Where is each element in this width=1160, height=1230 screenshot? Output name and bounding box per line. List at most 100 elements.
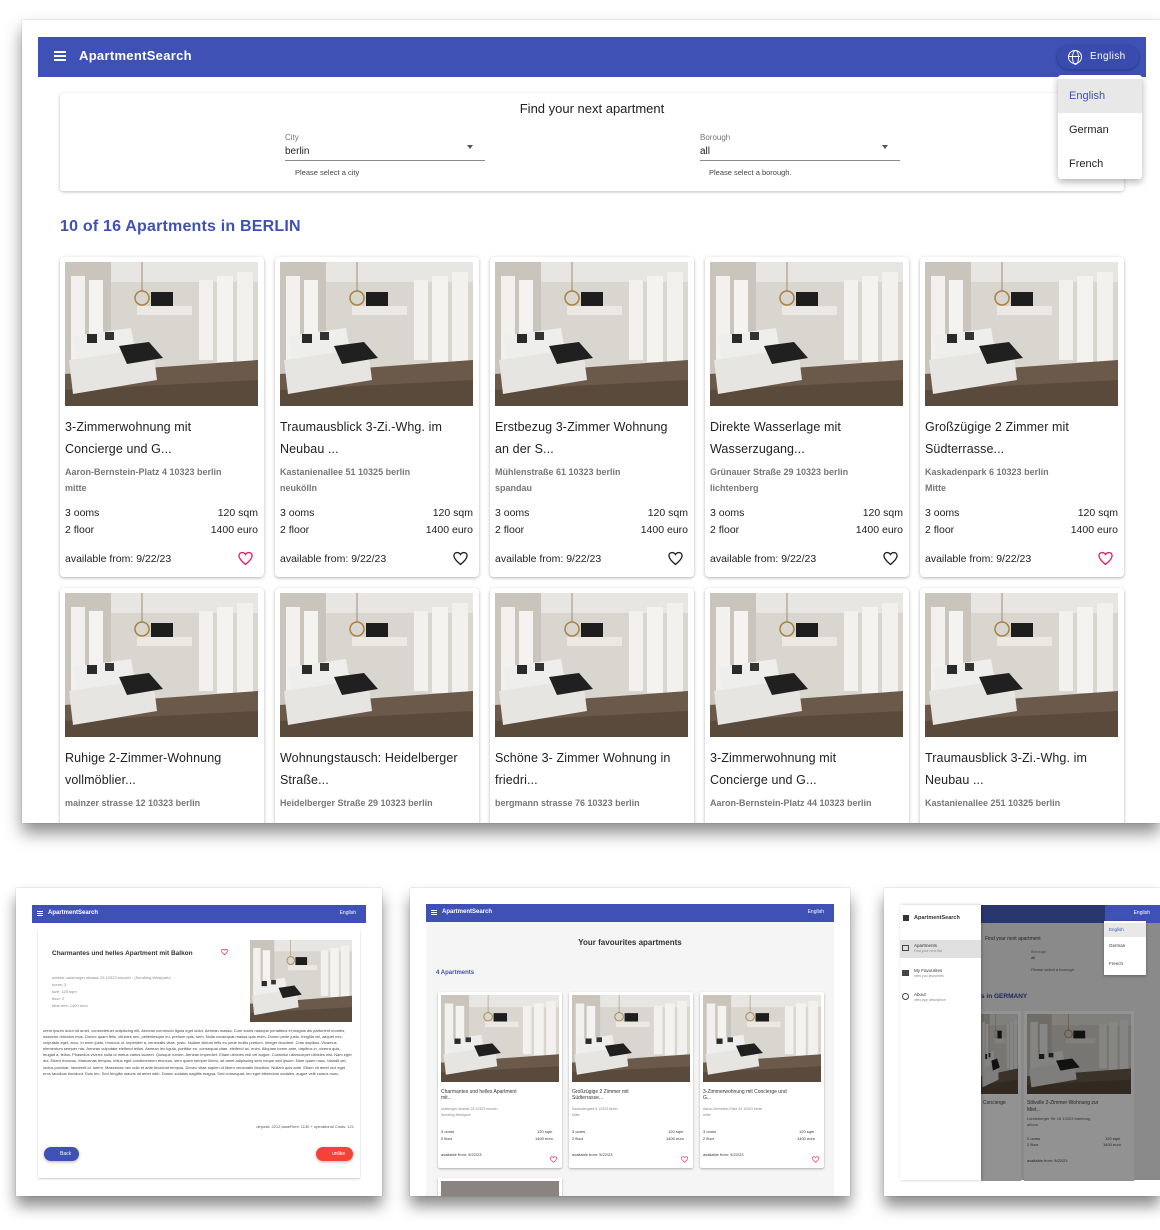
- favourite-card[interactable]: Charmantes und helles Apartment mit... sa…: [438, 992, 562, 1168]
- apartment-card[interactable]: Ruhige 2-Zimmer-Wohnung vollmöblier... ma…: [60, 588, 264, 823]
- language-menu: English German French: [1058, 75, 1142, 179]
- heart-filled-icon[interactable]: [1098, 551, 1113, 566]
- apartment-price: 1400 euro: [855, 524, 903, 536]
- mini-toolbar: ApartmentSearch English: [426, 904, 834, 922]
- apartment-title: 3-Zimmerwohnung mit Concierge und G...: [65, 420, 192, 456]
- apartment-rooms: 3 ooms: [925, 507, 960, 519]
- unlike-label: unlike: [332, 1151, 346, 1157]
- dimmed-borough-value: all: [1031, 955, 1036, 960]
- main-screenshot: ApartmentSearch English English German F…: [22, 20, 1160, 823]
- language-option-english[interactable]: English: [1058, 79, 1142, 113]
- room-illustration: [1027, 1014, 1131, 1094]
- apartment-floor: 2 floor: [710, 524, 740, 536]
- drawer-item-apartments[interactable]: Apartments Find your next flat: [900, 940, 981, 958]
- apartment-address: Kaskadenpark 6 10323 berlin: [925, 467, 1049, 477]
- city-select[interactable]: City berlin: [285, 133, 485, 161]
- heart-filled-icon[interactable]: [812, 1150, 819, 1168]
- menu-icon[interactable]: [37, 911, 43, 916]
- language-button[interactable]: English: [1057, 45, 1139, 69]
- favourite-rooms: 3 ooms: [572, 1129, 586, 1134]
- apartment-address: Aaron-Bernstein-Platz 4 10323 berlin: [65, 467, 222, 477]
- apartment-image: [65, 262, 258, 406]
- apartment-card[interactable]: Wohnungstausch: Heidelberger Straße... He…: [275, 588, 479, 823]
- language-option-french[interactable]: French: [1058, 147, 1142, 181]
- heart-filled-icon[interactable]: [238, 551, 253, 566]
- favourite-title: Charmantes und helles Apartment mit...: [441, 1089, 517, 1101]
- apartment-card[interactable]: Großzügige 2 Zimmer mit Südterrasse... Ka…: [920, 257, 1124, 577]
- rooms-size-row: 3 ooms 120 sqm: [710, 507, 903, 519]
- dimmed-search-title: Find your next apartment: [985, 936, 1041, 942]
- room-illustration: [280, 593, 473, 737]
- favourite-address: salzburger strasse 23 10323 munich: [441, 1107, 498, 1111]
- favourite-image: [572, 995, 690, 1082]
- borough-hint: Please select a borough.: [709, 168, 792, 177]
- detail-rooms: ooms: 3: [52, 982, 67, 987]
- apartment-title: Traumausblick 3-Zi.-Whg. im Neubau ...: [280, 420, 442, 456]
- favourite-size: 120 sqm: [799, 1129, 815, 1134]
- apartment-address: Heidelberger Straße 29 10323 berlin: [280, 798, 433, 808]
- favourite-floor: 2 floor: [441, 1136, 453, 1141]
- menu-icon[interactable]: [431, 910, 437, 915]
- apartment-borough: lichtenberg: [710, 483, 759, 493]
- back-button[interactable]: Back: [44, 1147, 80, 1161]
- favourite-card[interactable]: Großzügige 2 Zimmer mit Südterrasse... Ka…: [569, 992, 693, 1168]
- heart-filled-icon[interactable]: [550, 1150, 557, 1168]
- detail-title: Charmantes und helles Apartment mit Balk…: [52, 950, 193, 957]
- apartment-image: [280, 593, 473, 737]
- mini-language-option-english[interactable]: English: [1104, 923, 1146, 937]
- dimmed-card-2-title-2: Miet...: [1027, 1107, 1041, 1113]
- drawer-item-sub: Find your next flat: [914, 949, 942, 953]
- menu-icon[interactable]: [54, 51, 66, 61]
- heart-filled-icon[interactable]: [681, 1150, 688, 1168]
- drawer-item-favourites[interactable]: My Favourites view you favourites: [900, 965, 981, 983]
- heart-icon[interactable]: [883, 551, 898, 566]
- language-label: English: [1090, 51, 1126, 62]
- apartment-card[interactable]: Direkte Wasserlage mit Wasserzugang... Gr…: [705, 257, 909, 577]
- search-title: Find your next apartment: [519, 101, 665, 116]
- apartment-address: Grünauer Straße 29 10323 berlin: [710, 467, 849, 477]
- mini-language-button[interactable]: English: [808, 909, 824, 915]
- room-illustration: [495, 593, 688, 737]
- drawer-title: ApartmentSearch: [914, 915, 960, 921]
- heart-icon[interactable]: [221, 949, 228, 955]
- detail-description: orem ipsum dolor sit amet, consectetuer …: [43, 1028, 352, 1076]
- city-label: City: [285, 133, 299, 142]
- favourite-card-partial[interactable]: [438, 1178, 562, 1196]
- apartment-rooms: 3 ooms: [65, 507, 100, 519]
- apartment-card[interactable]: Traumausblick 3-Zi.-Whg. im Neubau ... Ka…: [920, 588, 1124, 823]
- apartment-card[interactable]: Erstbezug 3-Zimmer Wohnung an der S... Mü…: [490, 257, 694, 577]
- apartment-address: Aaron-Bernstein-Platz 44 10323 berlin: [710, 798, 872, 808]
- favourite-price: 1400 euro: [666, 1136, 685, 1141]
- dropdown-arrow-icon: [467, 145, 473, 149]
- mini-language-option-german[interactable]: German: [1109, 943, 1125, 948]
- apartment-card[interactable]: Traumausblick 3-Zi.-Whg. im Neubau ... Ka…: [275, 257, 479, 577]
- city-value: berlin: [285, 146, 310, 157]
- nav-drawer: ApartmentSearch Apartments Find your nex…: [900, 905, 981, 1180]
- unlike-button[interactable]: unlike: [316, 1147, 354, 1161]
- borough-select[interactable]: Borough all: [700, 133, 900, 161]
- language-option-german[interactable]: German: [1058, 113, 1142, 147]
- apartment-floor: 2 floor: [925, 524, 955, 536]
- apartment-card[interactable]: 3-Zimmerwohnung mit Concierge und G... Aa…: [60, 257, 264, 577]
- borough-label: Borough: [700, 133, 731, 142]
- favourite-price: 1400 euro: [797, 1136, 816, 1141]
- mini-language-button[interactable]: English: [1134, 910, 1150, 916]
- favourite-available: available from: 9/22/23: [441, 1152, 482, 1157]
- apartment-image: [65, 593, 258, 737]
- favourites-screenshot: ApartmentSearch English Your favourites …: [410, 888, 850, 1196]
- favourite-address: Kaskadenpark 6 10323 berlin: [572, 1107, 618, 1111]
- room-illustration: [703, 995, 821, 1082]
- rooms-size-row: 3 ooms 120 sqm: [280, 507, 473, 519]
- favourite-card[interactable]: 3-Zimmerwohnung mit Concierge und G... Aa…: [700, 992, 824, 1168]
- apartment-price: 1400 euro: [640, 524, 688, 536]
- mini-toolbar: ApartmentSearch English: [32, 905, 366, 923]
- apartment-card[interactable]: Schöne 3- Zimmer Wohnung in friedri... be…: [490, 588, 694, 823]
- drawer-item-about[interactable]: About view app description: [900, 989, 981, 1007]
- heart-icon[interactable]: [453, 551, 468, 566]
- mini-language-button[interactable]: English: [340, 910, 356, 916]
- mini-language-option-french[interactable]: French: [1109, 961, 1123, 966]
- apartment-card[interactable]: 3-Zimmerwohnung mit Concierge und G... Aa…: [705, 588, 909, 823]
- globe-icon: [1068, 50, 1082, 65]
- heart-icon[interactable]: [668, 551, 683, 566]
- room-illustration: [441, 995, 559, 1082]
